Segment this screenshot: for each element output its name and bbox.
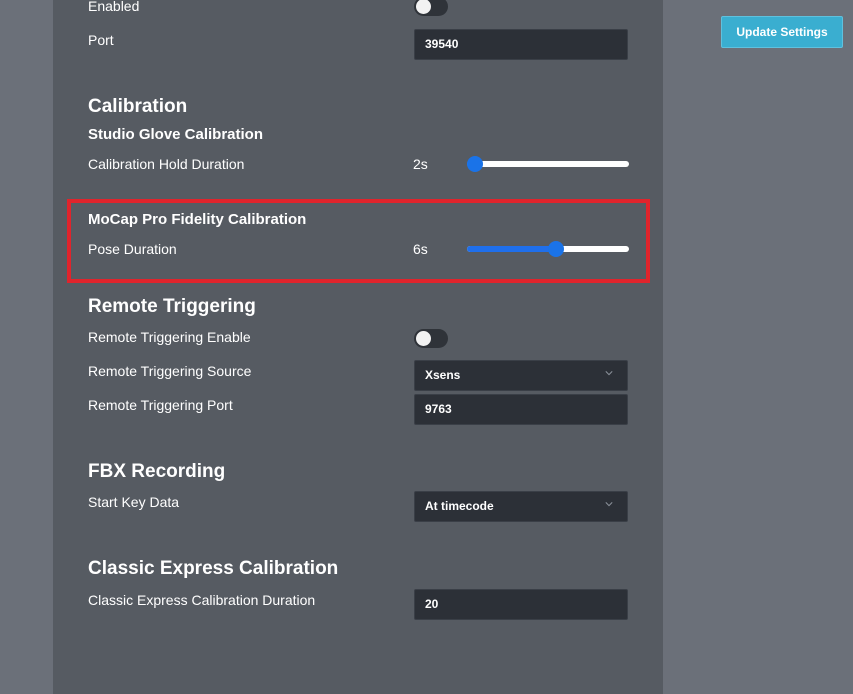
slider-fill <box>467 246 557 252</box>
calibration-hold-value: 2s <box>413 156 428 172</box>
enabled-label: Enabled <box>88 0 140 14</box>
toggle-knob <box>416 331 431 346</box>
classic-express-duration-input[interactable]: 20 <box>414 589 628 620</box>
calibration-hold-slider[interactable] <box>467 156 629 172</box>
remote-triggering-source-label: Remote Triggering Source <box>88 363 252 379</box>
remote-triggering-enable-label: Remote Triggering Enable <box>88 329 251 345</box>
select-value: Xsens <box>425 368 461 382</box>
slider-thumb[interactable] <box>548 241 565 257</box>
port-input[interactable]: 39540 <box>414 29 628 60</box>
remote-triggering-source-select[interactable]: Xsens <box>414 360 628 391</box>
fbx-recording-heading: FBX Recording <box>88 461 226 482</box>
mocap-pro-heading: MoCap Pro Fidelity Calibration <box>88 211 307 228</box>
select-value: At timecode <box>425 499 494 513</box>
slider-thumb[interactable] <box>467 156 484 172</box>
enabled-toggle[interactable] <box>414 0 448 16</box>
calibration-heading: Calibration <box>88 96 188 117</box>
remote-triggering-toggle[interactable] <box>414 329 448 348</box>
studio-glove-heading: Studio Glove Calibration <box>88 126 264 143</box>
classic-express-heading: Classic Express Calibration <box>88 558 339 579</box>
pose-duration-value: 6s <box>413 241 428 257</box>
slider-track <box>467 161 629 167</box>
remote-triggering-port-input[interactable]: 9763 <box>414 394 628 425</box>
pose-duration-label: Pose Duration <box>88 241 177 257</box>
chevron-down-icon <box>605 502 613 507</box>
remote-triggering-heading: Remote Triggering <box>88 296 256 317</box>
chevron-down-icon <box>605 371 613 376</box>
start-key-data-label: Start Key Data <box>88 494 180 510</box>
start-key-data-select[interactable]: At timecode <box>414 491 628 522</box>
calibration-hold-label: Calibration Hold Duration <box>88 156 245 172</box>
update-settings-button[interactable]: Update Settings <box>721 16 843 48</box>
remote-triggering-port-label: Remote Triggering Port <box>88 397 233 413</box>
classic-express-duration-label: Classic Express Calibration Duration <box>88 592 316 608</box>
toggle-knob <box>416 0 431 14</box>
pose-duration-slider[interactable] <box>467 241 629 257</box>
port-label: Port <box>88 32 114 48</box>
